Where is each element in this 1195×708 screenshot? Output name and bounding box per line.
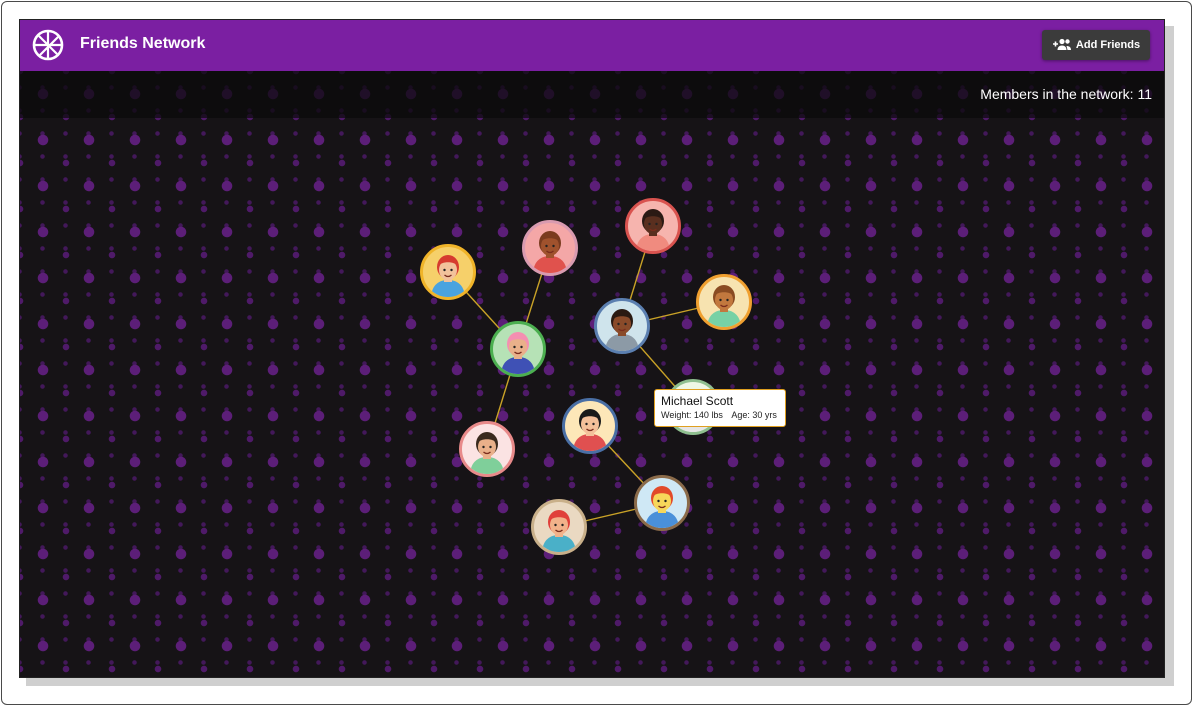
tooltip-details: Weight: 140 lbs Age: 30 yrs [661, 410, 779, 420]
network-edges [447, 225, 725, 528]
app-title: Friends Network [80, 35, 206, 52]
member-avatar-girl-sunglasses[interactable] [420, 244, 476, 300]
add-friends-button[interactable]: Add Friends [1042, 30, 1150, 60]
top-app-bar: Friends Network Add Friends [20, 20, 1164, 71]
tooltip-name: Michael Scott [661, 394, 734, 408]
tooltip-weight: Weight: 140 lbs [661, 410, 723, 420]
tooltip-age: Age: 30 yrs [731, 410, 777, 420]
member-avatar-bearded-man[interactable] [522, 220, 578, 276]
member-avatar-curly-woman[interactable] [696, 274, 752, 330]
member-avatar-red-hair-boy[interactable] [634, 475, 690, 531]
network-canvas[interactable]: Members in the network: 11 Michael Scott… [20, 71, 1164, 677]
member-avatar-michael-scott[interactable] [594, 298, 650, 354]
add-friends-label: Add Friends [1075, 39, 1141, 51]
member-avatar-braid-girl[interactable] [531, 499, 587, 555]
member-avatar-dark-hair-man[interactable] [562, 398, 618, 454]
add-people-icon [1052, 38, 1072, 53]
member-avatar-woman-headband[interactable] [625, 198, 681, 254]
member-avatar-messy-hair-man[interactable] [459, 421, 515, 477]
member-tooltip: Michael Scott Weight: 140 lbs Age: 30 yr… [654, 389, 786, 427]
app-window: Friends Network Add Friends Members in t… [19, 19, 1165, 678]
app-logo-icon [32, 29, 64, 61]
member-avatar-pink-hair-person[interactable] [490, 321, 546, 377]
